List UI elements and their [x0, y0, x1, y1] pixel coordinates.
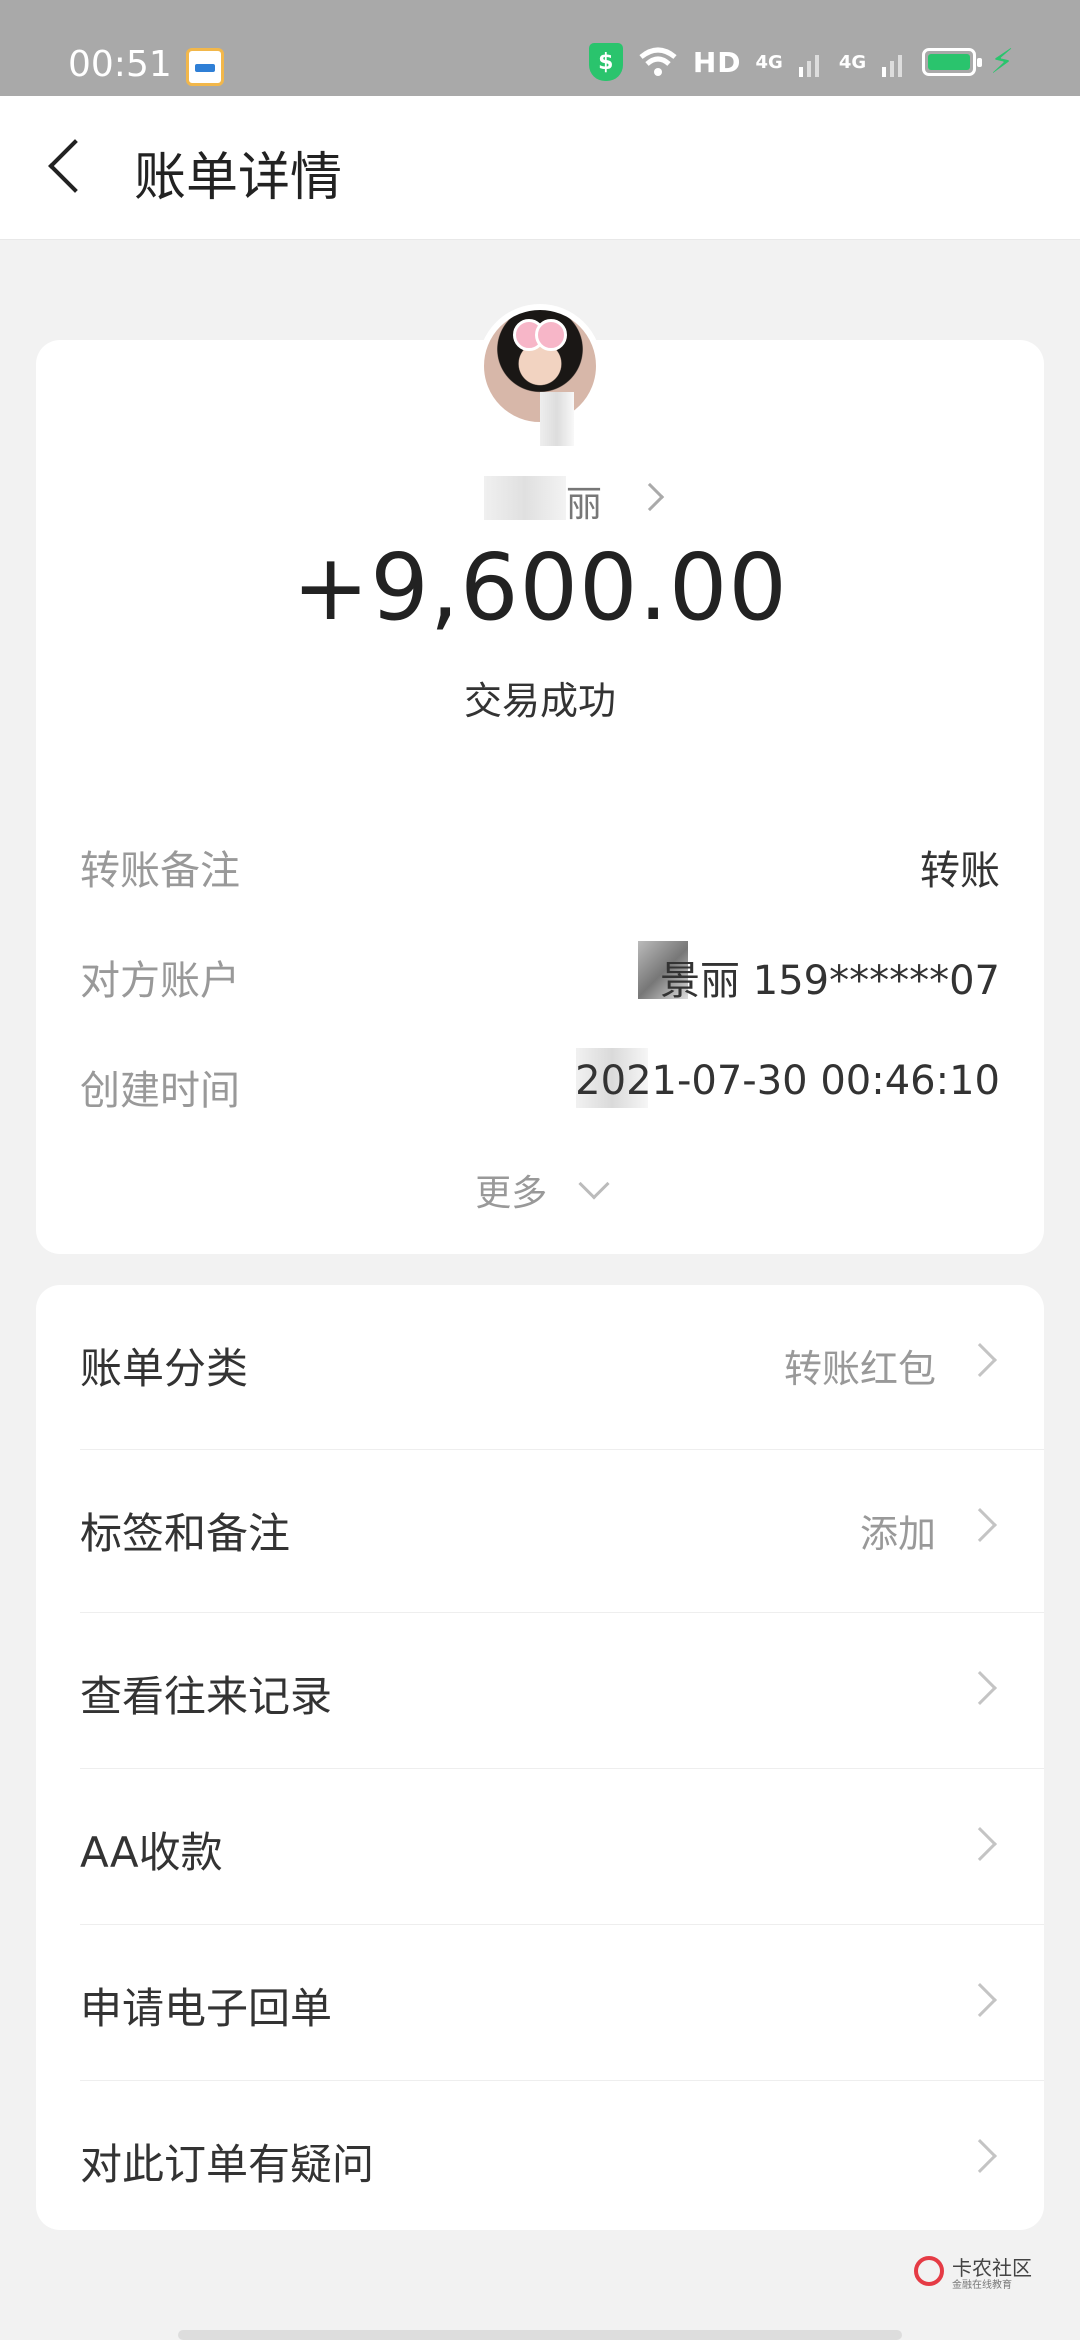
history-records-row[interactable]: 查看往来记录	[36, 1613, 1044, 1769]
more-button[interactable]: 更多	[36, 1164, 1044, 1218]
page-title: 账单详情	[134, 148, 343, 208]
chevron-right-icon	[963, 1983, 997, 2017]
actions-card: 账单分类 转账红包 标签和备注 添加 查看往来记录 AA收款 申请电子回单 对此…	[36, 1285, 1044, 2230]
status-bar: 00:51 $ HD 4G 4G ⚡	[0, 0, 1080, 96]
chevron-right-icon	[963, 1508, 997, 1542]
detail-label: 对方账户	[80, 958, 240, 1004]
payee-mosaic	[484, 476, 566, 520]
transaction-card: 丽 +9,600.00 交易成功 转账备注 转账 对方账户 景丽 159****…	[36, 304, 1044, 1254]
watermark-logo-icon	[914, 2256, 944, 2286]
action-label: 账单分类	[80, 1344, 249, 1393]
action-label: 标签和备注	[80, 1509, 291, 1558]
detail-label: 创建时间	[80, 1068, 240, 1114]
header: 账单详情	[0, 96, 1080, 240]
more-label: 更多	[475, 1173, 548, 1214]
action-label: 对此订单有疑问	[80, 2140, 375, 2189]
home-indicator	[178, 2330, 902, 2340]
battery-icon	[922, 48, 983, 76]
watermark: 卡农社区 金融在线教育	[914, 2250, 1042, 2291]
chevron-right-icon	[635, 482, 665, 512]
detail-label: 转账备注	[80, 848, 240, 894]
signal-icon	[798, 55, 819, 77]
shield-dollar-icon: $	[588, 43, 623, 81]
order-question-row[interactable]: 对此订单有疑问	[36, 2081, 1044, 2230]
transaction-amount: +9,600.00	[292, 534, 788, 641]
chevron-down-icon	[578, 1168, 610, 1200]
charging-icon: ⚡	[990, 42, 1014, 82]
electronic-receipt-row[interactable]: 申请电子回单	[36, 1925, 1044, 2081]
payee-row[interactable]: 丽	[36, 472, 1044, 525]
battery-fill	[928, 54, 971, 70]
network-text: HD	[692, 45, 742, 79]
status-time: 00:51	[68, 44, 172, 85]
bill-category-row[interactable]: 账单分类 转账红包	[36, 1285, 1044, 1450]
app-badge-icon	[186, 48, 224, 86]
watermark-subtitle: 金融在线教育	[952, 2280, 1012, 2291]
chevron-right-icon	[963, 2139, 997, 2173]
wifi-icon	[639, 47, 677, 76]
signal-text-1: 4G	[755, 51, 783, 73]
back-icon[interactable]	[48, 139, 102, 193]
action-value: 添加	[859, 1512, 936, 1556]
detail-value: 2021-07-30 00:46:10	[575, 1058, 1000, 1104]
detail-row-created-time: 创建时间 2021-07-30 00:46:10	[80, 1048, 1000, 1114]
avatar-mosaic	[540, 392, 574, 446]
action-value: 转账红包	[783, 1347, 936, 1391]
chevron-right-icon	[963, 1671, 997, 1705]
aa-payment-row[interactable]: AA收款	[36, 1769, 1044, 1925]
detail-row-remark: 转账备注 转账	[80, 838, 1000, 894]
action-label: AA收款	[80, 1828, 223, 1877]
transaction-status: 交易成功	[463, 679, 616, 723]
action-label: 查看往来记录	[80, 1672, 333, 1721]
signal-icon-2	[882, 55, 903, 77]
action-label: 申请电子回单	[80, 1984, 333, 2033]
chevron-right-icon	[963, 1343, 997, 1377]
detail-value: 转账	[920, 848, 1000, 894]
chevron-right-icon	[963, 1827, 997, 1861]
payee-name: 丽	[566, 484, 603, 525]
status-icons: $ HD 4G 4G ⚡	[588, 42, 1014, 82]
tags-notes-row[interactable]: 标签和备注 添加	[36, 1450, 1044, 1613]
detail-value: 景丽 159******07	[660, 958, 1000, 1004]
detail-row-account: 对方账户 景丽 159******07	[80, 941, 1000, 1004]
signal-text-2: 4G	[838, 51, 867, 73]
